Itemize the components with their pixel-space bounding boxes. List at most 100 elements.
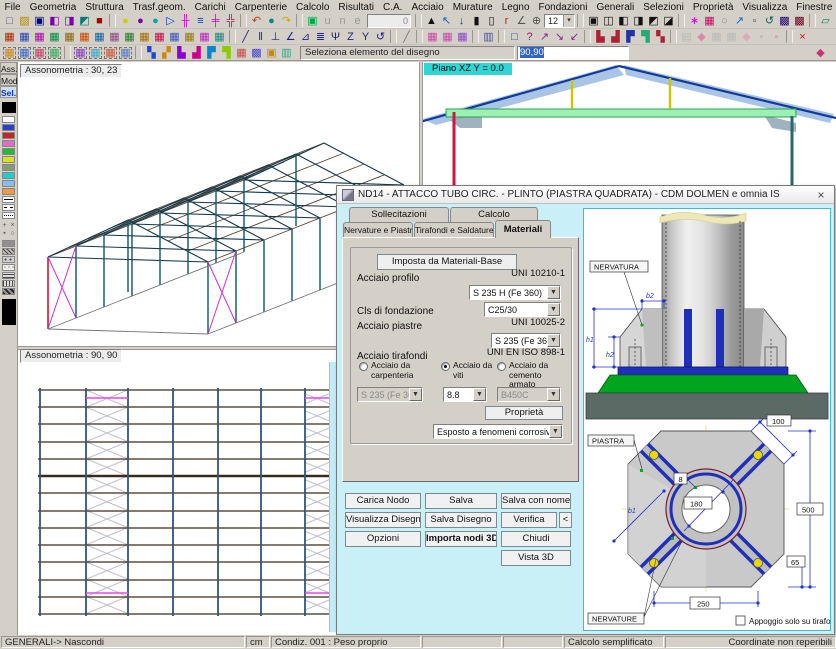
filter-7-icon[interactable]: ▦ <box>234 46 249 60</box>
probe-1-icon[interactable]: ↗ <box>537 30 552 44</box>
filter-10-icon[interactable]: ▥ <box>279 46 294 60</box>
prop-1-icon[interactable]: ▦ <box>2 30 17 44</box>
opzioni-button[interactable]: Opzioni <box>345 531 421 547</box>
sel-remove-icon[interactable]: ▦ <box>88 46 103 60</box>
concrete-select[interactable]: C25/30▼ <box>484 302 561 317</box>
y-axis-icon[interactable]: Y <box>358 30 373 44</box>
render-glass-icon[interactable]: ● <box>148 14 163 28</box>
salva-button[interactable]: Salva <box>425 493 497 509</box>
triangle-icon[interactable]: ⊿ <box>298 30 313 44</box>
menu-carichi[interactable]: Carichi <box>190 2 230 13</box>
tab-sollecitazioni[interactable]: Sollecitazioni <box>349 207 449 222</box>
mesh-1-icon[interactable]: ▦ <box>425 30 440 44</box>
sel-add-icon[interactable]: ▦ <box>73 46 88 60</box>
zoom-window-icon[interactable]: ◧ <box>47 14 62 28</box>
sel-window-icon[interactable]: ▦ <box>2 46 17 60</box>
exposure-select[interactable]: Esposto a fenomeni corrosivi▼ <box>433 424 563 439</box>
steel-profile-select[interactable]: S 235 H (Fe 360)▼ <box>469 285 561 300</box>
parallel-icon[interactable]: ‖ <box>253 30 268 44</box>
color-orange[interactable] <box>2 188 15 195</box>
render-wire-icon[interactable]: ● <box>133 14 148 28</box>
undo-icon[interactable]: ↶ <box>249 14 264 28</box>
layout-4-icon[interactable]: ◨ <box>631 14 646 28</box>
perpendicular-icon[interactable]: ⊥ <box>268 30 283 44</box>
window-small-icon[interactable]: ▫ <box>747 14 762 28</box>
radio-acciaio-viti[interactable]: Acciaio da viti <box>441 361 495 380</box>
filter-3-icon[interactable]: ▙ <box>174 46 189 60</box>
importa-nodi-3d-button[interactable]: Importa nodi 3D <box>425 531 497 547</box>
render-solid-icon[interactable]: ● <box>118 14 133 28</box>
angle-tool-icon[interactable]: ∠ <box>514 14 529 28</box>
set-from-base-button[interactable]: Imposta da Materiali-Base <box>377 254 517 270</box>
cube-1-icon[interactable]: ▱ <box>818 14 833 28</box>
unit-e-icon[interactable]: e <box>350 14 365 28</box>
unit-n-icon[interactable]: n <box>335 14 350 28</box>
prop-10-icon[interactable]: ▦ <box>137 30 152 44</box>
offset-icon[interactable]: ≣ <box>313 30 328 44</box>
menu-geometria[interactable]: Geometria <box>25 2 81 13</box>
pattern-solid[interactable] <box>2 240 15 247</box>
color-white[interactable] <box>2 116 15 123</box>
menu-murature[interactable]: Murature <box>448 2 497 13</box>
pick-icon[interactable]: ↖ <box>439 14 454 28</box>
refresh-icon[interactable]: ∗ <box>687 14 702 28</box>
chiudi-button[interactable]: Chiudi <box>501 531 571 547</box>
layout-6-icon[interactable]: ◪ <box>661 14 676 28</box>
mesh-2-icon[interactable]: ▦ <box>440 30 455 44</box>
snap-icon[interactable]: ▣ <box>305 14 320 28</box>
node-tool-2-icon[interactable]: ▟ <box>608 30 623 44</box>
draw-line-icon[interactable]: ╱ <box>238 30 253 44</box>
layout-2-icon[interactable]: ◫ <box>601 14 616 28</box>
grid-w-icon[interactable]: ╪ <box>208 14 223 28</box>
prop-15-icon[interactable]: ▦ <box>212 30 227 44</box>
export-7-icon[interactable]: ▪ <box>769 30 784 44</box>
prop-6-icon[interactable]: ▦ <box>77 30 92 44</box>
layout-1-icon[interactable]: ▣ <box>586 14 601 28</box>
tab-nervature-e-piastra[interactable]: Nervature e Piastra <box>343 222 413 238</box>
menu-selezioni[interactable]: Selezioni <box>639 2 689 13</box>
export-6-icon[interactable]: ▪ <box>754 30 769 44</box>
palette-icon[interactable]: ▦ <box>702 14 717 28</box>
redraw-icon[interactable]: ■ <box>92 14 107 28</box>
unit-u-icon[interactable]: u <box>320 14 335 28</box>
linestyle-solid[interactable] <box>2 196 15 203</box>
menu-propriet-[interactable]: Proprietà <box>688 2 738 13</box>
carica-nodo-button[interactable]: Carica Nodo <box>345 493 421 509</box>
probe-3-icon[interactable]: ↙ <box>567 30 582 44</box>
linestyle-dashed[interactable] <box>2 204 15 211</box>
filter-6-icon[interactable]: ▜ <box>219 46 234 60</box>
orbit-icon[interactable]: ● <box>264 14 279 28</box>
menu-generali[interactable]: Generali <box>592 2 639 13</box>
menu-file[interactable]: File <box>0 2 25 13</box>
current-color-swatch[interactable] <box>2 102 16 113</box>
sel-previous-icon[interactable]: ▦ <box>103 46 118 60</box>
snap-cross-icon[interactable]: + <box>1 222 9 230</box>
menu-struttura[interactable]: Struttura <box>81 2 128 13</box>
properties-button[interactable]: Proprietà <box>485 406 563 420</box>
eraser-icon[interactable]: ◆ <box>813 46 828 60</box>
layout-5-icon[interactable]: ◩ <box>646 14 661 28</box>
world-icon[interactable]: ⊕ <box>529 14 544 28</box>
pattern-rings[interactable] <box>2 256 15 263</box>
query-icon[interactable]: ? <box>522 30 537 44</box>
open-folder-icon[interactable]: ▨ <box>17 14 32 28</box>
filter-8-icon[interactable]: ▩ <box>249 46 264 60</box>
color-green[interactable] <box>2 148 15 155</box>
color-olive[interactable] <box>2 164 15 171</box>
sel-fence-icon[interactable]: ▦ <box>47 46 62 60</box>
filter-5-icon[interactable]: ▛ <box>204 46 219 60</box>
node-tool-1-icon[interactable]: ▙ <box>593 30 608 44</box>
prop-13-icon[interactable]: ▦ <box>182 30 197 44</box>
vista-3d-button[interactable]: Vista 3D <box>501 550 571 566</box>
view-hollow-icon[interactable]: ▯ <box>484 14 499 28</box>
new-document-icon[interactable]: □ <box>2 14 17 28</box>
loop-icon[interactable]: ↺ <box>373 30 388 44</box>
menu-fondazioni[interactable]: Fondazioni <box>534 2 592 13</box>
sel-crossing-icon[interactable]: ▦ <box>17 46 32 60</box>
fork-icon[interactable]: Ψ <box>328 30 343 44</box>
dropdown-arrow-icon[interactable]: ▼ <box>547 334 560 347</box>
export-3-icon[interactable]: ▦ <box>709 30 724 44</box>
prop-11-icon[interactable]: ▦ <box>152 30 167 44</box>
menu-carpenterie[interactable]: Carpenterie <box>230 2 291 13</box>
mesh-3-icon[interactable]: ▦ <box>455 30 470 44</box>
